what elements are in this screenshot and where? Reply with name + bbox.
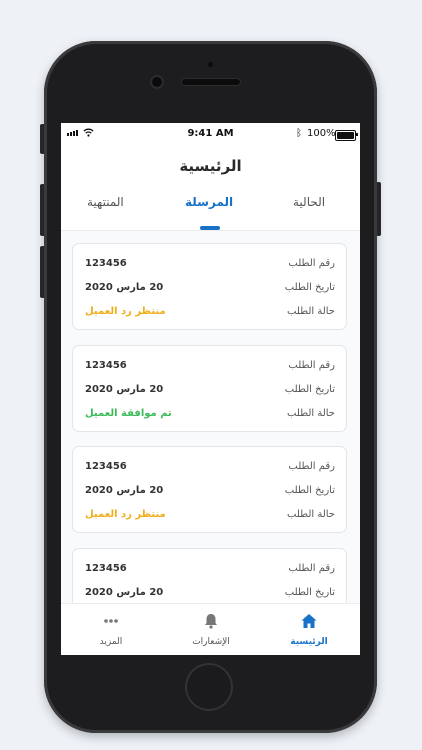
order-date-label: تاريخ الطلب (284, 384, 335, 395)
status-bar: 9:41 AM ᛒ 100% (61, 123, 360, 145)
home-icon (301, 614, 317, 628)
order-card[interactable]: رقم الطلب 123456 تاريخ الطلب 20 مارس 2020 … (72, 243, 347, 330)
nav-home-label: الرئيسية (290, 637, 328, 647)
earpiece-speaker (182, 79, 240, 85)
proximity-sensor (208, 62, 213, 67)
nav-more-label: المزيد (99, 637, 123, 647)
tab-current[interactable]: الحالية (293, 195, 325, 209)
front-camera (152, 77, 162, 87)
nav-more[interactable]: المزيد (76, 612, 146, 647)
order-number-value: 123456 (85, 563, 127, 574)
order-number-label: رقم الطلب (288, 360, 335, 371)
orders-list[interactable]: رقم الطلب 123456 تاريخ الطلب 20 مارس 2020 … (61, 231, 360, 603)
order-status-label: حالة الطلب (287, 408, 335, 419)
tab-finished[interactable]: المنتهية (87, 195, 124, 209)
order-date-label: تاريخ الطلب (284, 282, 335, 293)
tab-sent[interactable]: المرسلة (185, 195, 233, 209)
order-card[interactable]: رقم الطلب 123456 تاريخ الطلب 20 مارس 2020 … (72, 446, 347, 533)
bluetooth-icon: ᛒ (296, 128, 302, 139)
hardware-home-button[interactable] (185, 663, 233, 711)
order-date-value: 20 مارس 2020 (85, 485, 164, 496)
tab-bar: المنتهية المرسلة الحالية (61, 195, 360, 231)
order-status-label: حالة الطلب (287, 509, 335, 520)
order-number-value: 123456 (85, 258, 127, 269)
order-number-value: 123456 (85, 461, 127, 472)
order-status-value: منتظر رد العميل (85, 509, 166, 520)
nav-notifications-label: الإشعارات (192, 637, 230, 647)
order-card[interactable]: رقم الطلب 123456 تاريخ الطلب 20 مارس 2020 … (72, 345, 347, 432)
battery-percent: 100% (307, 128, 336, 139)
bell-icon (205, 614, 217, 629)
order-card[interactable]: رقم الطلب 123456 تاريخ الطلب 20 مارس 2020 (72, 548, 347, 603)
order-number-value: 123456 (85, 360, 127, 371)
nav-home[interactable]: الرئيسية (274, 612, 344, 647)
page-title: الرئيسية (179, 157, 242, 175)
nav-notifications[interactable]: الإشعارات (176, 612, 246, 647)
order-number-label: رقم الطلب (288, 563, 335, 574)
bottom-nav: المزيد الإشعارات الرئيسية (61, 603, 360, 655)
order-number-label: رقم الطلب (288, 461, 335, 472)
order-date-value: 20 مارس 2020 (85, 587, 164, 598)
order-number-label: رقم الطلب (288, 258, 335, 269)
order-status-value: منتظر رد العميل (85, 306, 166, 317)
app-screen: 9:41 AM ᛒ 100% الرئيسية المنتهية المرسلة… (61, 123, 360, 655)
order-date-value: 20 مارس 2020 (85, 384, 164, 395)
battery-icon (335, 130, 358, 141)
order-date-value: 20 مارس 2020 (85, 282, 164, 293)
order-date-label: تاريخ الطلب (284, 587, 335, 598)
order-date-label: تاريخ الطلب (284, 485, 335, 496)
order-status-value: تم موافقة العميل (85, 408, 172, 419)
more-dots-icon (104, 619, 118, 623)
order-status-label: حالة الطلب (287, 306, 335, 317)
